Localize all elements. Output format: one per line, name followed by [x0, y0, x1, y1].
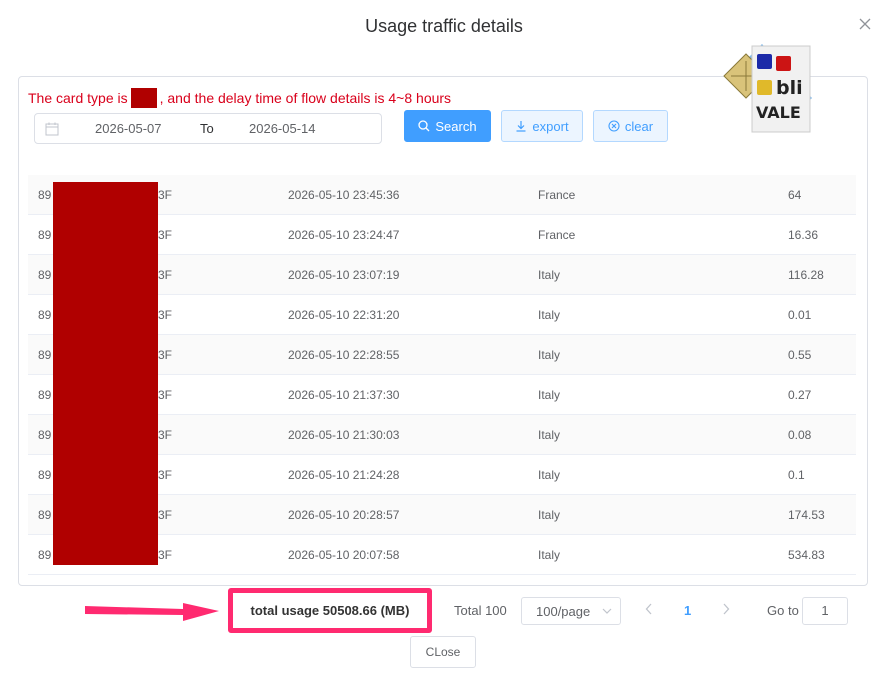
- usage-cell: 0.27: [788, 388, 812, 402]
- iccid-suffix-cell: 3F: [158, 548, 173, 562]
- usage-cell: 0.01: [788, 308, 812, 322]
- iccid-prefix-cell: 89: [38, 388, 52, 402]
- iccid-prefix-cell: 89: [38, 348, 52, 362]
- iccid-suffix-cell: 3F: [158, 428, 173, 442]
- country-cell: Italy: [538, 428, 561, 442]
- time-cell: 2026-05-10 20:07:58: [288, 548, 400, 562]
- iccid-suffix-cell: 3F: [158, 388, 173, 402]
- time-cell: 2026-05-10 21:30:03: [288, 428, 400, 442]
- usage-cell: 116.28: [788, 268, 824, 282]
- iccid-suffix-cell: 3F: [158, 268, 173, 282]
- redacted-card-type: [130, 88, 157, 108]
- goto-page-input[interactable]: 1: [802, 597, 848, 625]
- calendar-icon: [45, 122, 59, 139]
- country-cell: Italy: [538, 348, 561, 362]
- page-size-value: 100/page: [536, 603, 591, 619]
- goto-label: Go to: [767, 603, 799, 618]
- iccid-prefix-cell: 89: [38, 188, 52, 202]
- country-cell: France: [538, 188, 576, 202]
- close-button[interactable]: CLose: [410, 636, 476, 668]
- country-cell: Italy: [538, 548, 561, 562]
- notice-suffix: , and the delay time of flow details is …: [159, 90, 452, 106]
- card-type-notice: The card type is , and the delay time of…: [28, 88, 451, 108]
- search-button-label: Search: [435, 118, 477, 134]
- time-cell: 2026-05-10 23:45:36: [288, 188, 400, 202]
- usage-cell: 64: [788, 188, 802, 202]
- usage-cell: 16.36: [788, 228, 819, 242]
- country-cell: Italy: [538, 508, 561, 522]
- iccid-prefix-cell: 89: [38, 228, 52, 242]
- time-cell: 2026-05-10 20:28:57: [288, 508, 400, 522]
- iccid-suffix-cell: 3F: [158, 348, 173, 362]
- iccid-prefix-cell: 89: [38, 308, 52, 322]
- clear-button[interactable]: clear: [593, 110, 668, 142]
- search-icon: [418, 120, 430, 132]
- page-size-select[interactable]: 100/page: [521, 597, 621, 625]
- iccid-prefix-cell: 89: [38, 508, 52, 522]
- usage-cell: 0.55: [788, 348, 812, 362]
- blivale-sim-logo: bli VALE: [716, 42, 814, 134]
- export-button-label: export: [532, 118, 569, 134]
- next-page-button[interactable]: [722, 603, 730, 618]
- time-cell: 2026-05-10 22:31:20: [288, 308, 400, 322]
- time-cell: 2026-05-10 21:37:30: [288, 388, 400, 402]
- chevron-left-icon: [645, 603, 652, 615]
- chevron-down-icon: [602, 608, 612, 614]
- download-icon: [516, 121, 526, 132]
- country-cell: France: [538, 228, 576, 242]
- logo-text-bli: bli: [776, 77, 803, 99]
- iccid-suffix-cell: 3F: [158, 308, 173, 322]
- country-cell: Italy: [538, 308, 561, 322]
- country-cell: Italy: [538, 468, 561, 482]
- logo-text-vale: VALE: [756, 103, 801, 122]
- iccid-suffix-cell: 3F: [158, 228, 173, 242]
- iccid-prefix-cell: 89: [38, 468, 52, 482]
- iccid-prefix-cell: 89: [38, 428, 52, 442]
- country-cell: Italy: [538, 268, 561, 282]
- country-cell: Italy: [538, 388, 561, 402]
- export-button[interactable]: export: [501, 110, 583, 142]
- clear-circle-icon: [608, 120, 620, 132]
- total-count: Total 100: [454, 603, 507, 618]
- chevron-right-icon: [723, 603, 730, 615]
- iccid-prefix-cell: 89: [38, 548, 52, 562]
- usage-cell: 0.1: [788, 468, 805, 482]
- iccid-suffix-cell: 3F: [158, 468, 173, 482]
- close-icon[interactable]: [855, 14, 875, 34]
- end-date-input[interactable]: 2026-05-14: [249, 121, 316, 136]
- clear-button-label: clear: [624, 118, 654, 134]
- time-cell: 2026-05-10 23:07:19: [288, 268, 400, 282]
- iccid-prefix-cell: 89: [38, 268, 52, 282]
- time-cell: 2026-05-10 23:24:47: [288, 228, 400, 242]
- iccid-suffix-cell: 3F: [158, 188, 173, 202]
- start-date-input[interactable]: 2026-05-07: [95, 121, 162, 136]
- page-number-current[interactable]: 1: [684, 603, 691, 618]
- dialog-title: Usage traffic details: [365, 16, 523, 36]
- total-usage: total usage 50508.66 (MB): [250, 603, 410, 618]
- usage-cell: 0.08: [788, 428, 812, 442]
- time-cell: 2026-05-10 22:28:55: [288, 348, 400, 362]
- redacted-iccid-column: [53, 182, 158, 565]
- date-range-picker[interactable]: 2026-05-07 To 2026-05-14: [34, 113, 382, 144]
- time-cell: 2026-05-10 21:24:28: [288, 468, 400, 482]
- notice-prefix: The card type is: [28, 90, 128, 106]
- usage-cell: 174.53: [788, 508, 825, 522]
- date-range-separator: To: [200, 121, 214, 136]
- prev-page-button[interactable]: [645, 603, 653, 618]
- search-button[interactable]: Search: [404, 110, 491, 142]
- annotation-arrow: [85, 603, 219, 621]
- iccid-suffix-cell: 3F: [158, 508, 173, 522]
- usage-cell: 534.83: [788, 548, 825, 562]
